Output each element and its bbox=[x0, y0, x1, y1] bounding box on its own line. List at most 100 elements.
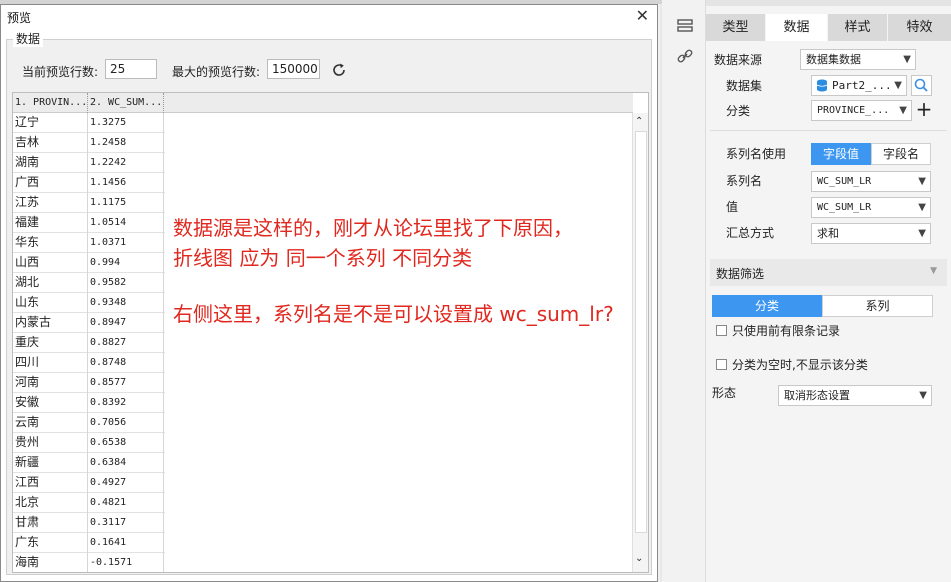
tab-type[interactable]: 类型 bbox=[706, 14, 766, 41]
chevron-down-icon: ▼ bbox=[894, 80, 902, 91]
series-name-select[interactable]: WC_SUM_LR ▼ bbox=[811, 171, 931, 192]
chevron-down-icon: ▼ bbox=[918, 176, 926, 187]
aggregate-label: 汇总方式 bbox=[726, 226, 775, 240]
cell-province: 江西 bbox=[13, 473, 88, 493]
table-row[interactable]: 云南 0.7056 bbox=[13, 413, 165, 433]
table-row[interactable]: 四川 0.8748 bbox=[13, 353, 165, 373]
table-row[interactable]: 江苏 1.1175 bbox=[13, 193, 165, 213]
cell-province: 内蒙古 bbox=[13, 313, 88, 333]
cell-province: 北京 bbox=[13, 493, 88, 513]
cell-province: 贵州 bbox=[13, 433, 88, 453]
table-row[interactable]: 福建 1.0514 bbox=[13, 213, 165, 233]
table-row[interactable]: 重庆 0.8827 bbox=[13, 333, 165, 353]
table-row[interactable]: 广西 1.1456 bbox=[13, 173, 165, 193]
table-row[interactable]: 海南 -0.1571 bbox=[13, 553, 165, 572]
property-panel: 类型 数据 样式 特效 数据来源 数据集数据 ▼ 数据集 Part2_... ▼… bbox=[706, 0, 951, 582]
panel-top-bar bbox=[706, 0, 951, 6]
data-filter-header[interactable]: 数据筛选 ▼ bbox=[710, 259, 947, 286]
dataset-search-button[interactable] bbox=[911, 75, 932, 96]
scroll-down-icon[interactable]: ⌄ bbox=[635, 553, 643, 564]
refresh-icon[interactable] bbox=[331, 62, 347, 78]
divider bbox=[710, 130, 947, 131]
cell-province: 安徽 bbox=[13, 393, 88, 413]
field-name-toggle[interactable]: 字段名 bbox=[871, 143, 931, 165]
filter-tab-series[interactable]: 系列 bbox=[822, 295, 933, 317]
shape-select[interactable]: 取消形态设置 ▼ bbox=[778, 385, 932, 406]
column-header-province[interactable]: 1. PROVIN... bbox=[13, 93, 88, 113]
vertical-scrollbar[interactable]: ⌃ ⌄ bbox=[632, 113, 648, 572]
chevron-down-icon: ▼ bbox=[903, 54, 911, 65]
table-row[interactable]: 江西 0.4927 bbox=[13, 473, 165, 493]
annotation-line-2: 折线图 应为 同一个系列 不同分类 bbox=[173, 246, 473, 270]
table-row[interactable]: 湖北 0.9582 bbox=[13, 273, 165, 293]
layout-icon[interactable] bbox=[676, 18, 694, 34]
cell-wc-sum: 0.994 bbox=[88, 253, 164, 273]
scrollbar-thumb[interactable] bbox=[635, 131, 647, 533]
cell-wc-sum: 0.4927 bbox=[88, 473, 164, 493]
cell-wc-sum: 1.2242 bbox=[88, 153, 164, 173]
annotation-line-3: 右侧这里，系列名是不是可以设置成 wc_sum_lr? bbox=[173, 302, 614, 326]
cell-wc-sum: 1.2458 bbox=[88, 133, 164, 153]
tab-effects[interactable]: 特效 bbox=[888, 14, 951, 41]
cell-province: 重庆 bbox=[13, 333, 88, 353]
annotation-line-1: 数据源是这样的，刚才从论坛里找了下原因， bbox=[173, 216, 573, 240]
aggregate-select[interactable]: 求和 ▼ bbox=[811, 223, 931, 244]
close-icon[interactable]: ✕ bbox=[636, 6, 649, 25]
table-row[interactable]: 华东 1.0371 bbox=[13, 233, 165, 253]
table-row[interactable]: 北京 0.4821 bbox=[13, 493, 165, 513]
max-rows-label: 最大的预览行数: bbox=[172, 65, 261, 79]
field-value-toggle[interactable]: 字段值 bbox=[811, 143, 871, 165]
data-source-value: 数据集数据 bbox=[806, 53, 861, 66]
scroll-up-icon[interactable]: ⌃ bbox=[635, 116, 643, 127]
data-filter-title: 数据筛选 bbox=[716, 267, 765, 281]
value-select-value: WC_SUM_LR bbox=[817, 202, 872, 213]
category-label: 分类 bbox=[726, 104, 751, 118]
cell-wc-sum: 0.6538 bbox=[88, 433, 164, 453]
data-source-select[interactable]: 数据集数据 ▼ bbox=[800, 49, 916, 70]
cell-wc-sum: 1.0514 bbox=[88, 213, 164, 233]
cell-province: 河南 bbox=[13, 373, 88, 393]
dataset-select[interactable]: Part2_... ▼ bbox=[811, 75, 907, 96]
cell-wc-sum: 0.7056 bbox=[88, 413, 164, 433]
filter-tab-category[interactable]: 分类 bbox=[712, 295, 822, 317]
tab-data[interactable]: 数据 bbox=[766, 14, 828, 41]
collapse-icon: ▼ bbox=[930, 266, 937, 276]
series-name-value: WC_SUM_LR bbox=[817, 176, 872, 187]
table-row[interactable]: 湖南 1.2242 bbox=[13, 153, 165, 173]
table-row[interactable]: 河南 0.8577 bbox=[13, 373, 165, 393]
table-row[interactable]: 新疆 0.6384 bbox=[13, 453, 165, 473]
table-row[interactable]: 广东 0.1641 bbox=[13, 533, 165, 553]
tab-style[interactable]: 样式 bbox=[828, 14, 888, 41]
cell-province: 江苏 bbox=[13, 193, 88, 213]
hide-empty-category-checkbox[interactable]: 分类为空时,不显示该分类 bbox=[716, 356, 868, 374]
cell-wc-sum: -0.1571 bbox=[88, 553, 164, 572]
search-icon bbox=[914, 78, 928, 92]
cell-province: 山东 bbox=[13, 293, 88, 313]
preview-table: 1. PROVIN... 2. WC_SUM... 辽宁 1.3275 吉林 1.24… bbox=[12, 92, 649, 573]
table-row[interactable]: 安徽 0.8392 bbox=[13, 393, 165, 413]
cell-province: 广东 bbox=[13, 533, 88, 553]
table-row[interactable]: 甘肃 0.3117 bbox=[13, 513, 165, 533]
table-row[interactable]: 内蒙古 0.8947 bbox=[13, 313, 165, 333]
value-select[interactable]: WC_SUM_LR ▼ bbox=[811, 197, 931, 218]
aggregate-value: 求和 bbox=[817, 227, 839, 240]
column-header-wc-sum[interactable]: 2. WC_SUM... bbox=[88, 93, 164, 113]
current-rows-input[interactable]: 25 bbox=[105, 59, 157, 79]
table-row[interactable]: 山西 0.994 bbox=[13, 253, 165, 273]
max-rows-input[interactable]: 150000 bbox=[267, 59, 320, 79]
table-body: 辽宁 1.3275 吉林 1.2458 湖南 1.2242 广西 1.1456 江苏 1.1175… bbox=[13, 113, 165, 572]
category-select[interactable]: PROVINCE_... ▼ bbox=[811, 100, 912, 121]
cell-province: 四川 bbox=[13, 353, 88, 373]
limit-records-label: 只使用前有限条记录 bbox=[732, 324, 841, 338]
table-row[interactable]: 吉林 1.2458 bbox=[13, 133, 165, 153]
add-category-icon[interactable]: + bbox=[915, 99, 933, 121]
table-row[interactable]: 贵州 0.6538 bbox=[13, 433, 165, 453]
cell-wc-sum: 0.9582 bbox=[88, 273, 164, 293]
limit-records-checkbox[interactable]: 只使用前有限条记录 bbox=[716, 322, 840, 340]
link-icon[interactable] bbox=[676, 49, 694, 65]
value-label: 值 bbox=[726, 200, 739, 214]
table-row[interactable]: 山东 0.9348 bbox=[13, 293, 165, 313]
table-row[interactable]: 辽宁 1.3275 bbox=[13, 113, 165, 133]
cell-wc-sum: 0.8392 bbox=[88, 393, 164, 413]
cell-province: 华东 bbox=[13, 233, 88, 253]
